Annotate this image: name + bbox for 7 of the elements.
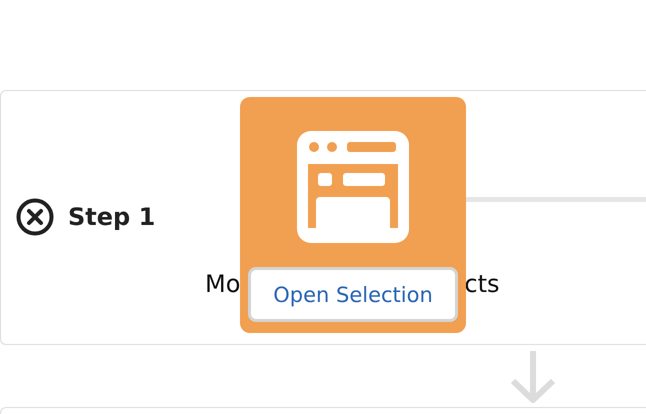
description-text: cts bbox=[464, 270, 500, 298]
step-title: Step 1 bbox=[68, 203, 156, 231]
element-tile[interactable]: Open Selection bbox=[240, 97, 466, 333]
browser-window-icon bbox=[297, 131, 409, 243]
description-text: Mo bbox=[205, 270, 240, 298]
down-arrow-icon bbox=[509, 349, 557, 403]
open-selection-button[interactable]: Open Selection bbox=[248, 267, 458, 322]
